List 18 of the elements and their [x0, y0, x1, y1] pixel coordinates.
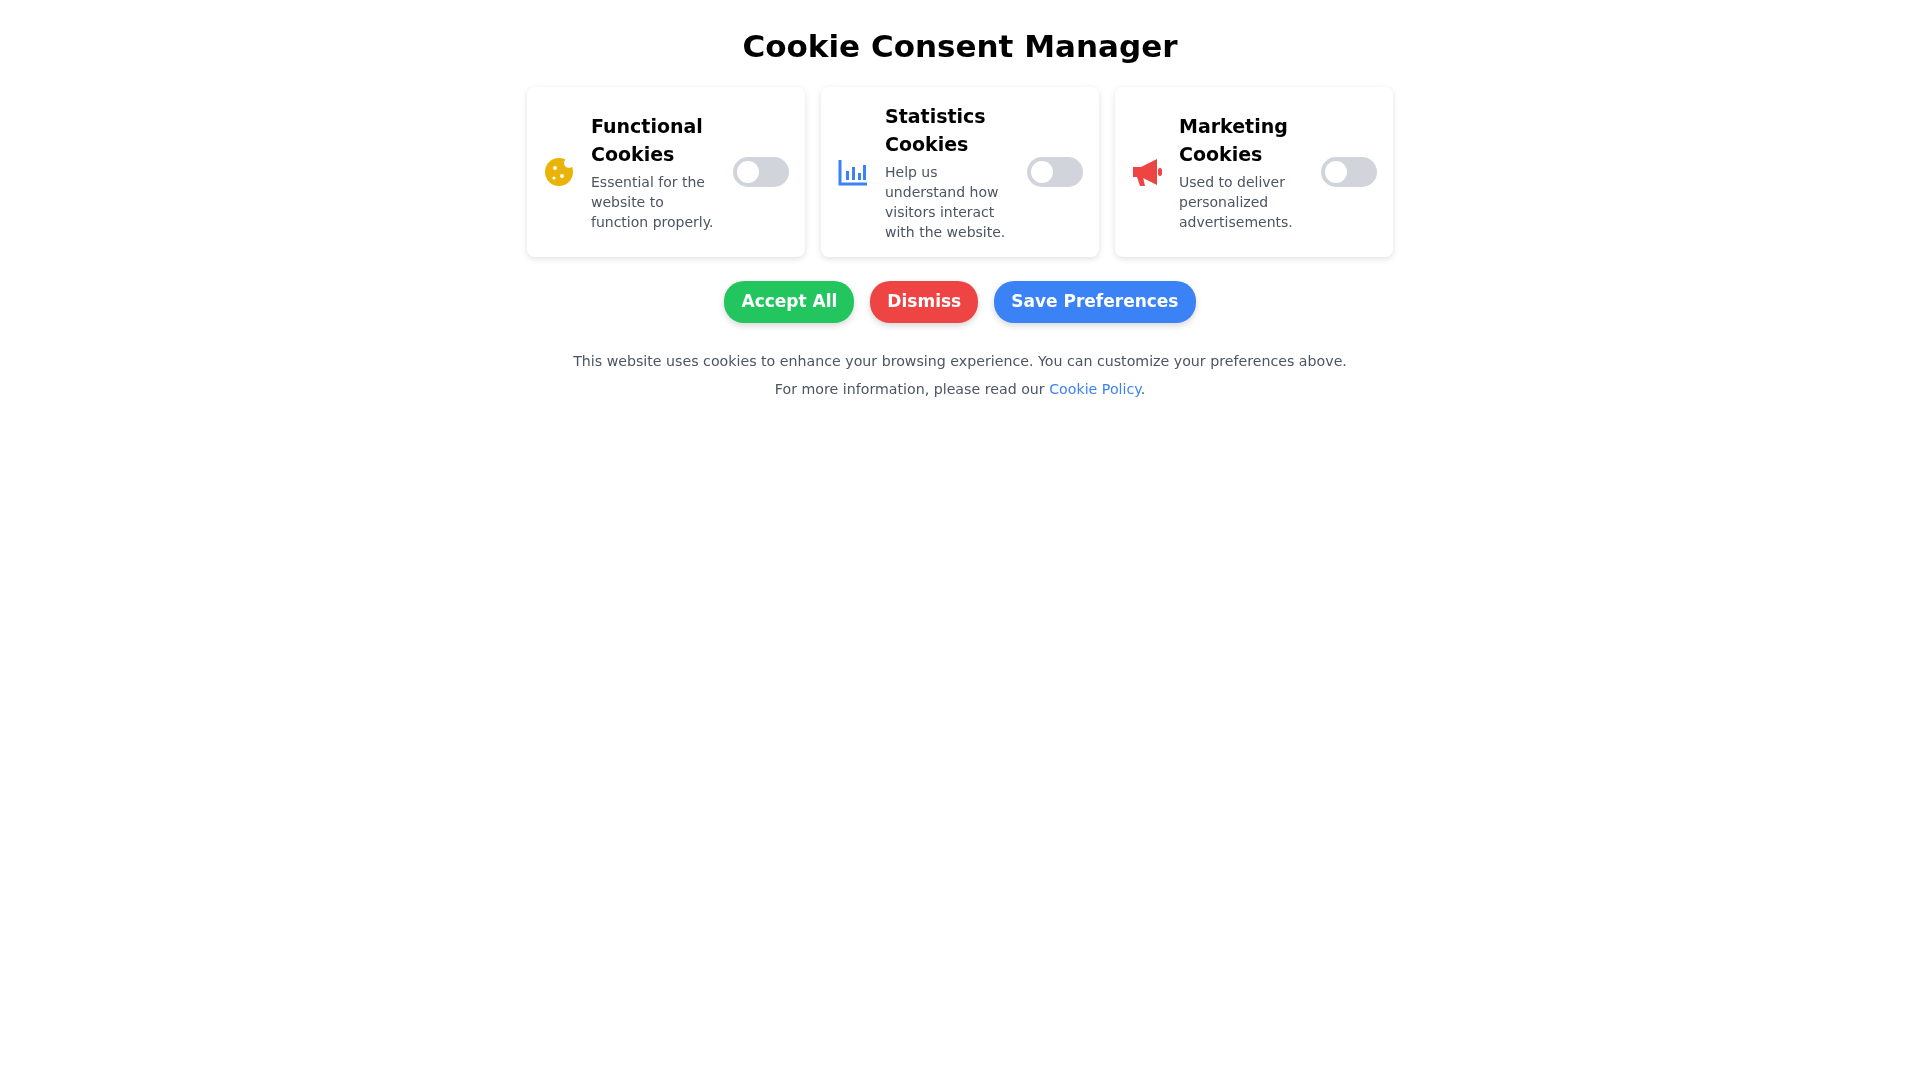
category-description: Help us understand how visitors interact with the website. — [885, 163, 1007, 243]
category-title: Statistics Cookies — [885, 104, 987, 158]
category-title: Functional Cookies — [591, 114, 704, 168]
save-preferences-button[interactable]: Save Preferences — [994, 281, 1196, 323]
category-description: Used to deliver personalized advertisements. — [1179, 173, 1294, 233]
page-title: Cookie Consent Manager — [742, 28, 1178, 66]
toggle-switch[interactable] — [1027, 157, 1083, 188]
cookie-policy-link[interactable]: Cookie Policy — [1049, 380, 1141, 397]
category-description: Essential for the website to function properly. — [591, 173, 715, 233]
category-title: Marketing Cookies — [1179, 114, 1289, 168]
megaphone-icon — [1131, 156, 1163, 189]
cookie-notice: This website uses cookies to enhance your browsing experience. You can customize your preferences above. — [573, 351, 1347, 371]
toggle-switch[interactable] — [1321, 157, 1377, 188]
dismiss-button[interactable]: Dismiss — [870, 281, 979, 323]
accept-all-button[interactable]: Accept All — [724, 281, 855, 323]
more-info-text: For more information, please read our Cookie Policy. — [774, 379, 1146, 399]
toggle-switch[interactable] — [733, 157, 789, 188]
cookie-icon — [543, 156, 575, 189]
